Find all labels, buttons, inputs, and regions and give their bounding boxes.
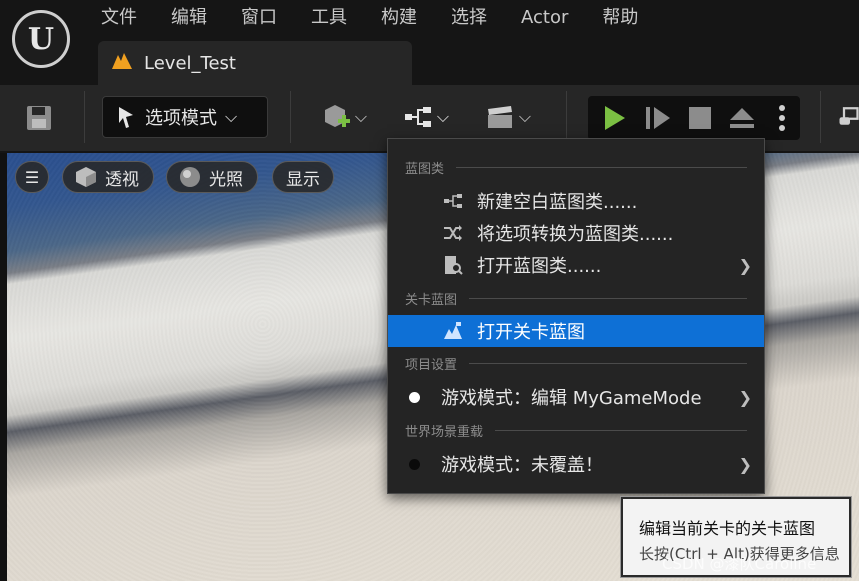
selection-mode-label: 选项模式 [145, 108, 217, 129]
chevron-right-icon: ❯ [738, 255, 752, 275]
show-button[interactable]: 显示 [272, 161, 334, 193]
play-button[interactable] [596, 102, 632, 134]
menu-item-convert-to-blueprint[interactable]: 将选项转换为蓝图类...... [388, 217, 764, 249]
menu-item-label: 打开关卡蓝图 [477, 322, 585, 343]
chevron-down-icon: ⌵ [518, 107, 532, 126]
perspective-button[interactable]: 透视 [62, 161, 154, 193]
save-button[interactable] [22, 101, 56, 135]
platforms-icon [839, 107, 859, 125]
stop-button[interactable] [682, 102, 718, 134]
open-blueprint-icon [442, 254, 464, 276]
chevron-right-icon: ❯ [738, 387, 752, 407]
blueprints-button[interactable]: ⌵ [396, 97, 456, 137]
chevron-down-icon: ⌵ [354, 107, 368, 126]
menu-item-open-blueprint-class[interactable]: 打开蓝图类...... ❯ [388, 249, 764, 281]
cinematics-button[interactable]: ⌵ [478, 97, 538, 137]
play-icon [605, 106, 625, 130]
status-dot-icon [409, 458, 420, 470]
menu-tools[interactable]: 工具 [294, 0, 364, 36]
menu-item-label: 新建空白蓝图类...... [477, 192, 638, 213]
menu-item-new-blueprint[interactable]: 新建空白蓝图类...... [388, 185, 764, 217]
menu-actor[interactable]: Actor [504, 0, 585, 36]
step-button[interactable] [640, 102, 676, 134]
viewport-options-button[interactable]: ☰ [15, 161, 49, 193]
selection-mode-button[interactable]: 选项模式 ⌵ [102, 96, 268, 138]
status-dot-icon [409, 391, 420, 403]
menu-item-label: 将选项转换为蓝图类...... [477, 224, 674, 245]
eject-button[interactable] [724, 102, 760, 134]
menu-item-label: 游戏模式：未覆盖！ [441, 455, 603, 476]
menu-help[interactable]: 帮助 [585, 0, 655, 36]
chevron-down-icon: ⌵ [436, 107, 450, 126]
sphere-icon [180, 167, 200, 187]
add-actor-icon [324, 105, 350, 127]
hamburger-menu-icon: ☰ [24, 167, 40, 187]
chevron-right-icon: ❯ [738, 454, 752, 474]
new-blueprint-icon [442, 190, 464, 212]
convert-icon [442, 222, 464, 244]
clapperboard-icon [487, 106, 512, 128]
blueprint-dropdown-menu: 蓝图类 新建空白蓝图类...... 将选项转换为蓝图类...... 打开蓝图类.… [387, 138, 765, 494]
cube-icon [76, 167, 96, 187]
menu-build[interactable]: 构建 [364, 0, 434, 36]
section-header-level-blueprint: 关卡蓝图 [388, 286, 764, 310]
chevron-down-icon: ⌵ [225, 107, 238, 126]
blueprint-icon [404, 107, 431, 127]
unreal-logo[interactable]: U [12, 10, 70, 68]
menu-window[interactable]: 窗口 [224, 0, 294, 36]
eject-icon [730, 108, 754, 128]
level-tab[interactable]: Level_Test [98, 41, 412, 85]
cursor-icon [119, 107, 133, 128]
menu-file[interactable]: 文件 [84, 0, 154, 36]
menu-item-game-mode-edit[interactable]: 游戏模式：编辑 MyGameMode ❯ [388, 381, 764, 413]
level-icon [110, 51, 134, 75]
menu-bar: 文件 编辑 窗口 工具 构建 选择 Actor 帮助 [84, 0, 655, 36]
lighting-button[interactable]: 光照 [166, 161, 258, 193]
menu-item-open-level-blueprint[interactable]: 打开关卡蓝图 [388, 315, 764, 347]
show-label: 显示 [286, 169, 320, 190]
save-icon [27, 106, 51, 130]
tooltip-title: 编辑当前关卡的关卡蓝图 [639, 519, 816, 538]
menu-select[interactable]: 选择 [434, 0, 504, 36]
level-blueprint-icon [442, 320, 464, 342]
level-tab-label: Level_Test [144, 52, 236, 74]
section-header-world-override: 世界场景重载 [388, 418, 764, 442]
step-icon [646, 107, 670, 129]
play-controls [588, 96, 800, 140]
menu-item-label: 打开蓝图类...... [477, 256, 602, 277]
lighting-label: 光照 [209, 169, 243, 190]
menu-item-game-mode-not-overridden[interactable]: 游戏模式：未覆盖！ ❯ [388, 448, 764, 480]
perspective-label: 透视 [105, 169, 139, 190]
logo-text: U [27, 21, 55, 57]
stop-icon [689, 107, 711, 129]
viewport-border [0, 153, 7, 581]
more-vertical-icon [779, 105, 785, 131]
menu-edit[interactable]: 编辑 [154, 0, 224, 36]
platforms-button[interactable] [838, 101, 859, 135]
watermark: CSDN @漆队Caroline [662, 555, 817, 573]
add-actor-button[interactable]: ⌵ [314, 97, 374, 137]
menu-item-label: 游戏模式：编辑 MyGameMode [441, 388, 702, 409]
play-options-button[interactable] [768, 102, 796, 134]
section-header-project-settings: 项目设置 [388, 351, 764, 375]
section-header-blueprint-class: 蓝图类 [388, 155, 764, 179]
